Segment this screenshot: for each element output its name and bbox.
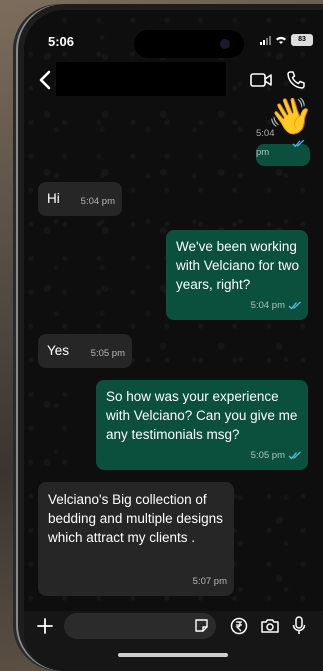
message-bubble-incoming[interactable]: Velciano's Big collection of bedding and…	[38, 482, 234, 596]
screen: 5:06 83 👋 5:04 pm Hi 5:04 pm We've been …	[24, 10, 323, 671]
message-time: 5:04 pm	[250, 300, 285, 311]
message-meta: 5:04 pm	[251, 296, 302, 315]
home-indicator[interactable]	[118, 653, 228, 657]
status-icons: 83	[260, 34, 313, 46]
message-bubble-outgoing[interactable]: So how was your experience with Velciano…	[96, 380, 308, 470]
input-bar	[24, 611, 323, 671]
message-time: 5:04 pm	[80, 196, 115, 207]
message-bubble-outgoing[interactable]: We've been working with Velciano for two…	[166, 230, 308, 320]
battery-icon: 83	[291, 34, 313, 46]
message-text: So how was your experience with Velciano…	[106, 389, 298, 442]
message-time: 5:04 pm	[256, 128, 275, 158]
phone-icon[interactable]	[286, 70, 306, 90]
sticker-icon[interactable]	[194, 618, 209, 633]
message-time: 5:05 pm	[250, 450, 285, 461]
message-meta: 5:04 pm	[256, 124, 305, 162]
camera-icon[interactable]	[260, 618, 280, 634]
front-camera	[220, 39, 230, 49]
phone-frame: 5:06 83 👋 5:04 pm Hi 5:04 pm We've been …	[18, 4, 323, 671]
dynamic-island	[134, 30, 244, 58]
message-time: 5:05 pm	[90, 348, 125, 359]
microphone-icon[interactable]	[292, 616, 306, 636]
message-text: We've been working with Velciano for two…	[176, 239, 300, 292]
wifi-icon	[276, 36, 286, 44]
status-time: 5:06	[48, 34, 75, 49]
message-bubble-incoming[interactable]: Hi 5:04 pm	[38, 182, 122, 216]
payment-icon[interactable]	[230, 617, 248, 635]
contact-name-redacted[interactable]	[56, 62, 226, 96]
read-ticks-icon	[292, 139, 304, 147]
message-bubble-incoming[interactable]: Yes 5:05 pm	[38, 334, 132, 368]
signal-icon	[260, 35, 271, 45]
message-time: 5:07 pm	[192, 576, 227, 587]
plus-icon[interactable]	[36, 617, 54, 635]
message-bubble-outgoing[interactable]: 5:04 pm	[256, 128, 310, 166]
message-text: Velciano's Big collection of bedding and…	[48, 492, 223, 545]
message-text: Yes	[47, 343, 70, 358]
chat-area: 👋 5:04 pm Hi 5:04 pm We've been working …	[24, 92, 323, 611]
read-ticks-icon	[288, 451, 301, 460]
video-call-icon[interactable]	[250, 72, 272, 88]
message-text: Hi	[47, 191, 60, 206]
read-ticks-icon	[288, 301, 301, 310]
chevron-left-icon[interactable]	[34, 68, 58, 92]
message-meta: 5:05 pm	[251, 446, 302, 465]
